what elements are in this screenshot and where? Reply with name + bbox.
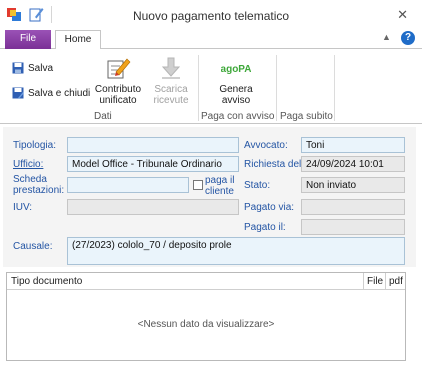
paga-il-cliente-checkbox[interactable] [193, 180, 203, 190]
ribbon-group-separator [198, 55, 199, 121]
help-icon[interactable]: ? [401, 31, 415, 45]
ufficio-label: Ufficio: [13, 159, 44, 170]
pagopa-logo: agoPA [221, 64, 252, 75]
form-edit-icon [107, 58, 131, 79]
pagato-via-label: Pagato via: [244, 202, 295, 213]
scheda-prestazioni-field[interactable] [67, 177, 189, 193]
column-header-pdf[interactable]: pdf [389, 276, 403, 287]
paga-il-cliente-label-line1: paga il [205, 175, 235, 186]
stato-field[interactable]: Non inviato [301, 177, 405, 193]
tipologia-field[interactable] [67, 137, 239, 153]
pagato-via-field[interactable] [301, 199, 405, 215]
payment-form: Tipologia: Ufficio: Model Office - Tribu… [3, 127, 416, 267]
contributo-unificato-button[interactable]: Contributo unificato [93, 55, 143, 106]
avvocato-label: Avvocato: [244, 140, 288, 151]
salva-label: Salva [28, 62, 54, 74]
causale-label: Causale: [13, 241, 53, 252]
ufficio-field[interactable]: Model Office - Tribunale Ordinario [67, 156, 239, 172]
title-bar: Nuovo pagamento telematico ✕ [0, 0, 422, 29]
pagato-il-field[interactable] [301, 219, 405, 235]
documents-grid[interactable]: Tipo documento File pdf <Nessun dato da … [6, 272, 406, 361]
salva-button[interactable]: Salva [12, 62, 53, 74]
genera-label-line2: avviso [221, 95, 251, 106]
column-separator [385, 273, 386, 290]
download-icon [161, 57, 181, 79]
contributo-label-line1: Contributo [94, 84, 142, 95]
grid-header: Tipo documento File pdf [7, 273, 405, 290]
column-header-file[interactable]: File [367, 276, 383, 287]
save-icon [12, 62, 24, 74]
scarica-ricevute-button[interactable]: Scarica ricevute [151, 55, 191, 106]
salva-e-chiudi-label: Salva e chiudi [28, 87, 91, 99]
column-header-tipo-documento[interactable]: Tipo documento [11, 276, 82, 287]
genera-label-line1: Genera [219, 84, 253, 95]
avvocato-field[interactable]: Toni [301, 137, 405, 153]
scarica-label-line1: Scarica [154, 84, 188, 95]
scheda-prestazioni-label-line2: prestazioni: [13, 185, 65, 196]
causale-field[interactable]: (27/2023) cololo_70 / deposito prole [67, 237, 405, 265]
stato-label: Stato: [244, 180, 271, 191]
grid-empty-message: <Nessun dato da visualizzare> [137, 319, 275, 330]
ribbon: Salva Salva e chiudi Contributo unificat… [0, 49, 422, 124]
scarica-label-line2: ricevute [153, 95, 189, 106]
window-title: Nuovo pagamento telematico [132, 9, 290, 23]
genera-avviso-button[interactable]: agoPA Genera avviso [211, 55, 261, 106]
close-icon[interactable]: ✕ [397, 7, 408, 23]
chevron-up-icon[interactable]: ▲ [382, 32, 391, 42]
pagopa-logo-text: agoPA [221, 64, 251, 75]
richiesta-del-field[interactable]: 24/09/2024 10:01 [301, 156, 405, 172]
group-label-dati: Dati [94, 111, 112, 122]
ribbon-group-separator [276, 55, 277, 121]
contributo-label-line2: unificato [99, 95, 137, 106]
tipologia-label: Tipologia: [13, 140, 56, 151]
richiesta-del-label: Richiesta del: [244, 159, 305, 170]
column-separator [363, 273, 364, 290]
tab-home[interactable]: Home [55, 30, 101, 50]
group-label-paga-con-avviso: Paga con avviso [201, 111, 275, 122]
scheda-prestazioni-label-line1: Scheda [13, 174, 47, 185]
save-close-icon [12, 87, 24, 99]
iuv-label: IUV: [13, 202, 33, 213]
tab-file[interactable]: File [5, 30, 51, 49]
group-label-paga-subito: Paga subito [280, 111, 333, 122]
ribbon-tab-row: File Home ▲ ? [0, 29, 422, 50]
salva-e-chiudi-button[interactable]: Salva e chiudi [12, 87, 90, 99]
iuv-field[interactable] [67, 199, 239, 215]
ribbon-group-separator [334, 55, 335, 121]
paga-il-cliente-label-line2: cliente [205, 186, 234, 197]
pagato-il-label: Pagato il: [244, 222, 286, 233]
